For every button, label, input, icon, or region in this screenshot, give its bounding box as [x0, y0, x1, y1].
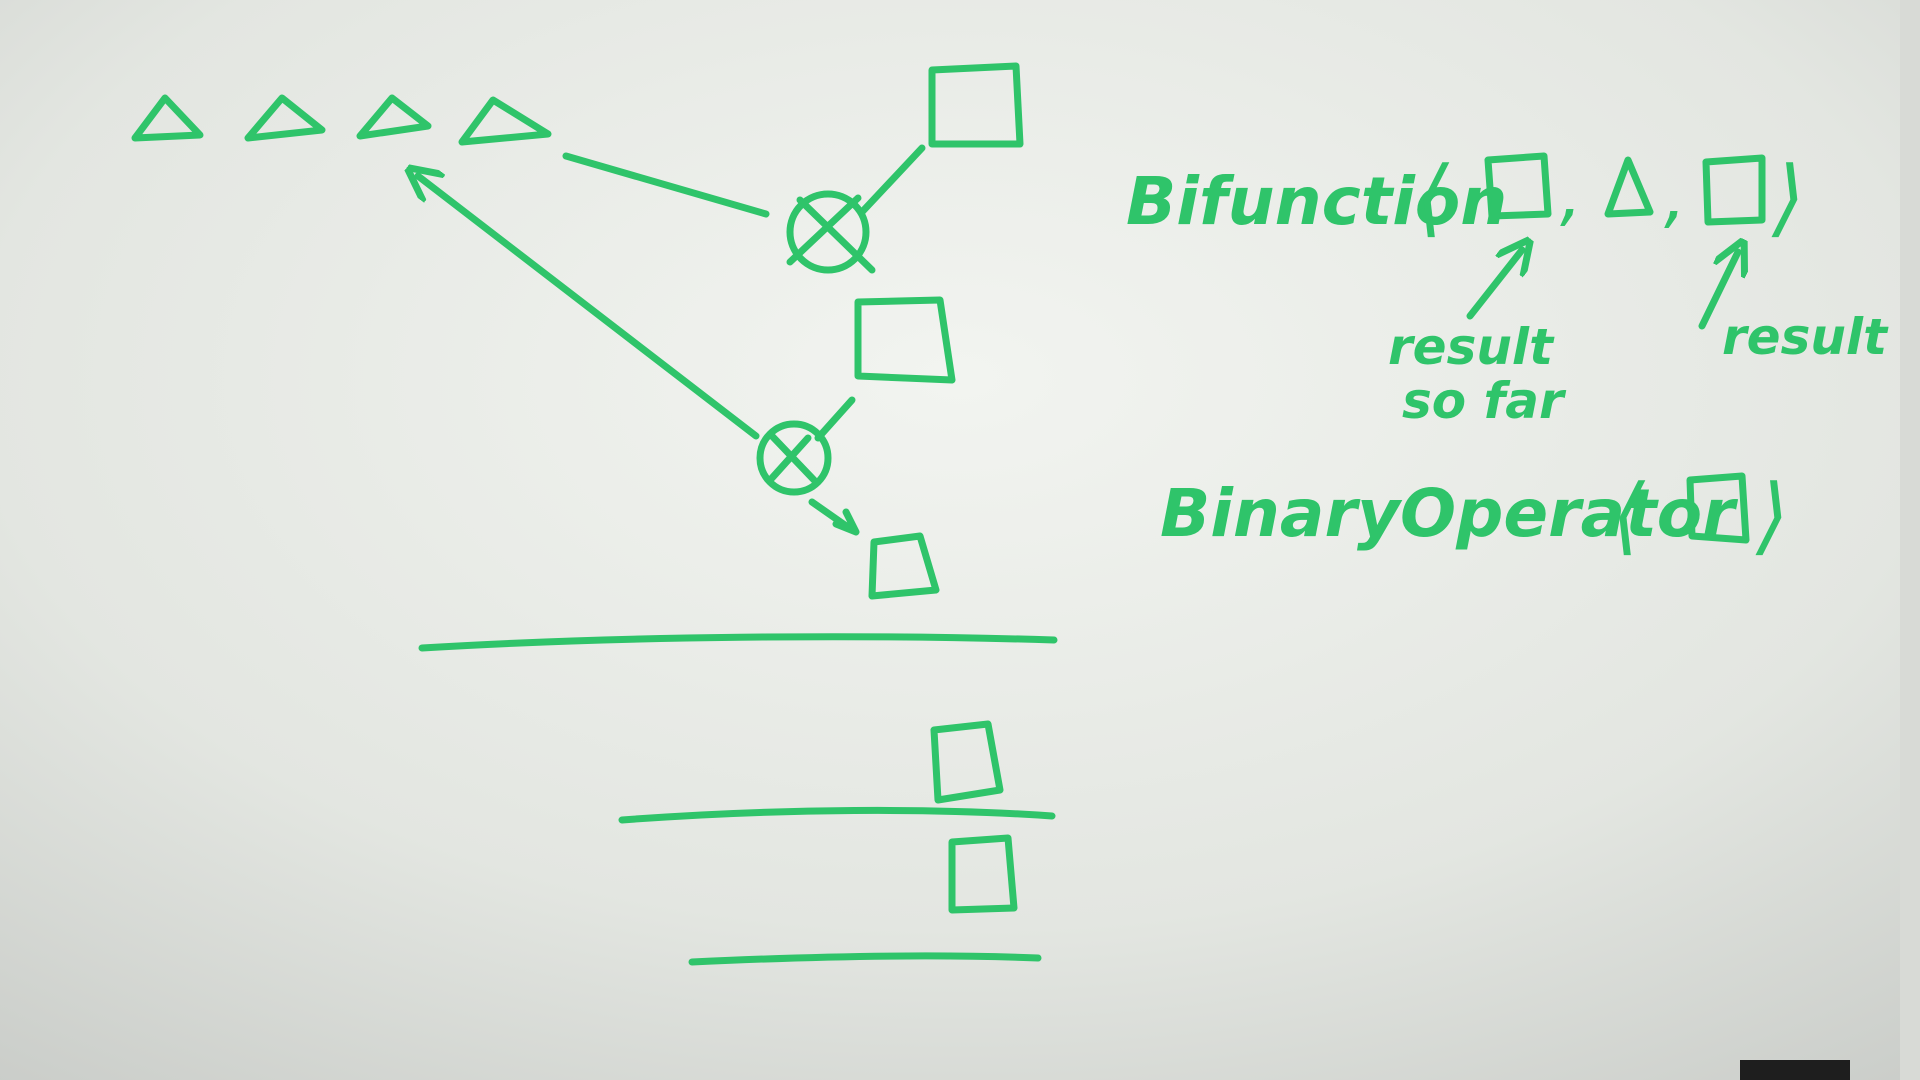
whiteboard: Bifunction ⟨ , , ⟩ result so far result …	[0, 0, 1920, 1080]
bifunction-name: Bifunction	[1126, 163, 1507, 240]
board-right-edge	[1900, 0, 1920, 1080]
binary-operator-close-bracket: ⟩	[1755, 466, 1789, 564]
result-so-far-line2: so far	[1402, 372, 1567, 430]
result-so-far-line1: result	[1388, 318, 1555, 376]
board-corner-frame	[1740, 1060, 1850, 1080]
bifunction-comma-1: ,	[1560, 153, 1582, 235]
binary-operator-name: BinaryOperator	[1160, 475, 1738, 552]
bifunction-comma-2: ,	[1664, 155, 1686, 237]
result-label: result	[1722, 308, 1889, 366]
binary-operator-open-bracket: ⟨	[1612, 466, 1646, 564]
bifunction-open-bracket: ⟨	[1416, 148, 1450, 246]
bifunction-close-bracket: ⟩	[1771, 148, 1805, 246]
